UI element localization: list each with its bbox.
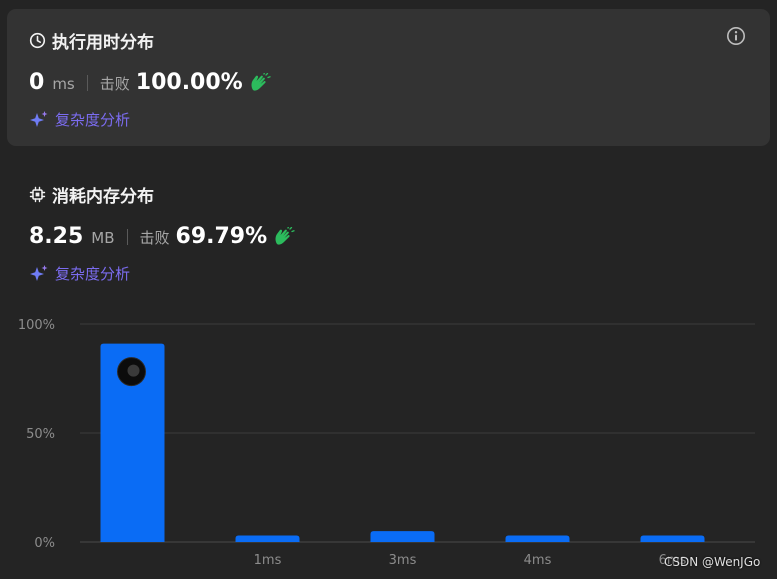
bar: [640, 535, 705, 542]
runtime-title: 执行用时分布: [29, 28, 154, 53]
sparkle-icon: [30, 264, 48, 281]
memory-title: 消耗内存分布: [29, 182, 154, 207]
runtime-analysis-label: 复杂度分析: [55, 111, 131, 129]
memory-analysis-label: 复杂度分析: [55, 265, 131, 283]
y-tick-label: 100%: [18, 318, 55, 333]
runtime-value: 0: [29, 70, 45, 95]
y-tick-label: 50%: [26, 427, 55, 442]
bar: [235, 535, 300, 542]
y-axis-labels: 100% 50% 0%: [18, 318, 55, 551]
avatar-figure: [127, 364, 140, 377]
memory-beat-percent: 69.79%: [175, 224, 268, 249]
watermark: CSDN @WenJGo: [664, 555, 761, 569]
user-avatar-marker: [117, 357, 146, 387]
memory-unit: MB: [91, 229, 115, 247]
chart-bars: [100, 343, 705, 542]
runtime-title-text: 执行用时分布: [52, 33, 154, 53]
clapping-hands-icon: [251, 72, 271, 91]
runtime-analysis-link[interactable]: 复杂度分析: [29, 109, 130, 130]
distribution-chart: 100%50%0% 1ms 3ms 4ms 6ms: [18, 318, 755, 568]
memory-beat-label: 击败: [139, 229, 170, 247]
runtime-unit: ms: [52, 75, 75, 93]
sparkle-icon: [30, 110, 48, 127]
runtime-stats: 0 ms 击败 100.00%: [29, 70, 271, 95]
bar: [370, 531, 435, 542]
memory-stats: 8.25 MB 击败 69.79%: [29, 224, 295, 249]
x-tick-label: 4ms: [524, 553, 552, 568]
memory-title-text: 消耗内存分布: [52, 187, 154, 207]
runtime-beat-label: 击败: [99, 75, 130, 93]
x-tick-label: 1ms: [254, 553, 282, 568]
clock-icon: [29, 32, 46, 49]
memory-analysis-link[interactable]: 复杂度分析: [29, 263, 130, 284]
runtime-beat-percent: 100.00%: [135, 70, 243, 95]
divider: [86, 74, 88, 91]
bar: [505, 535, 570, 542]
clapping-hands-icon: [275, 226, 295, 245]
chip-icon: [29, 186, 46, 203]
chart-grid: [80, 323, 755, 543]
x-tick-label: 3ms: [389, 553, 417, 568]
info-icon[interactable]: [726, 26, 746, 46]
divider: [126, 228, 128, 245]
y-tick-label: 0%: [34, 536, 55, 551]
x-axis-labels: 1ms 3ms 4ms 6ms: [254, 553, 687, 568]
memory-value: 8.25: [29, 224, 84, 249]
